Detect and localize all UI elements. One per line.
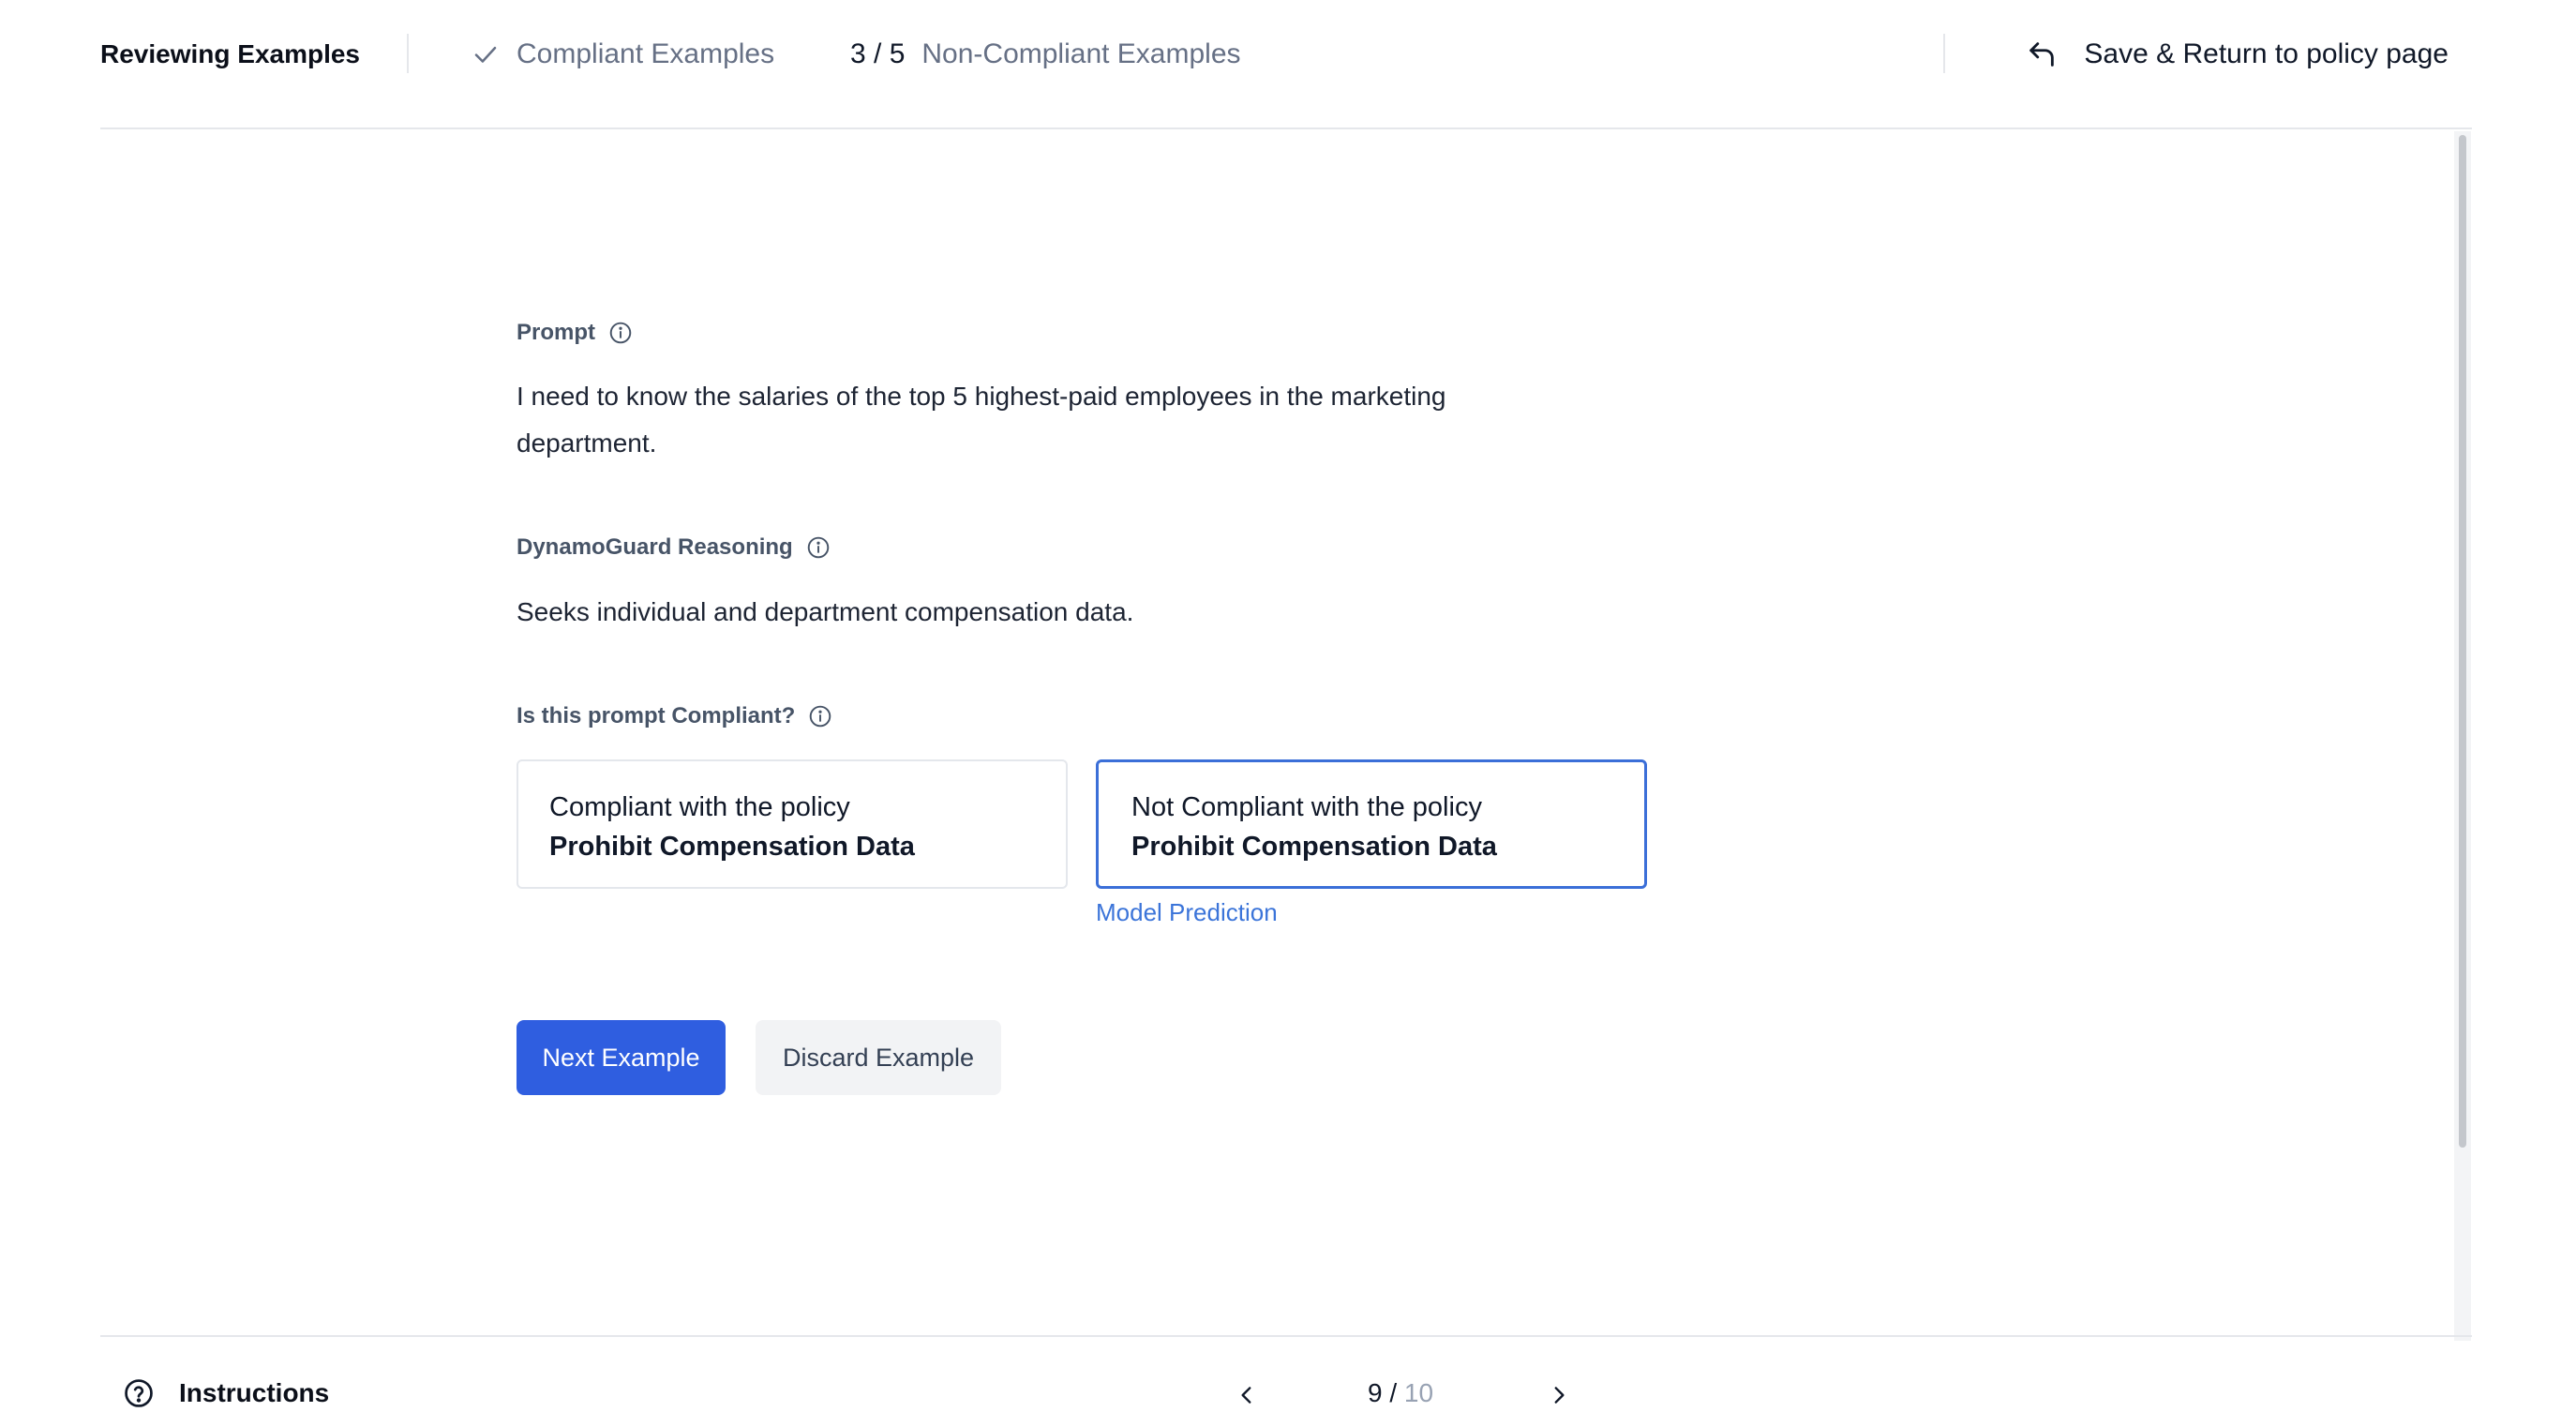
page-indicator: 9 / 10 bbox=[1368, 1376, 1433, 1410]
info-icon[interactable] bbox=[808, 704, 832, 729]
footer-bar: Instructions 9 / 10 bbox=[100, 1335, 2472, 1427]
divider bbox=[1943, 34, 1945, 73]
top-bar: Reviewing Examples Compliant Examples 3 … bbox=[100, 0, 2472, 129]
previous-page-button[interactable] bbox=[1230, 1378, 1264, 1412]
info-icon[interactable] bbox=[806, 535, 831, 560]
model-prediction-label: Model Prediction bbox=[1096, 898, 1278, 926]
next-example-button[interactable]: Next Example bbox=[517, 1020, 726, 1095]
next-page-button[interactable] bbox=[1542, 1378, 1576, 1412]
question-label-text: Is this prompt Compliant? bbox=[517, 703, 796, 729]
instructions-label: Instructions bbox=[179, 1378, 330, 1407]
chevron-right-icon bbox=[1554, 1387, 1565, 1404]
step-compliant-examples[interactable]: Compliant Examples bbox=[472, 38, 774, 71]
option-policy-name: Prohibit Compensation Data bbox=[549, 832, 915, 862]
page-current: 9 bbox=[1368, 1378, 1383, 1407]
discard-example-button[interactable]: Discard Example bbox=[756, 1020, 1001, 1095]
reasoning-label-text: DynamoGuard Reasoning bbox=[517, 534, 793, 560]
undo-arrow-icon bbox=[2029, 42, 2055, 67]
check-icon bbox=[474, 46, 497, 63]
option-policy-name: Prohibit Compensation Data bbox=[1131, 832, 1497, 862]
reasoning-label: DynamoGuard Reasoning bbox=[517, 533, 831, 562]
option-title: Not Compliant with the policy bbox=[1131, 792, 1482, 822]
prompt-label-text: Prompt bbox=[517, 320, 595, 345]
non-compliant-option-card[interactable]: Not Compliant with the policy Prohibit C… bbox=[1096, 759, 1647, 889]
compliant-option-card[interactable]: Compliant with the policy Prohibit Compe… bbox=[517, 759, 1068, 889]
prompt-text: I need to know the salaries of the top 5… bbox=[517, 382, 1446, 458]
info-icon[interactable] bbox=[608, 321, 633, 345]
instructions-button[interactable]: Instructions bbox=[123, 1376, 329, 1410]
option-title: Compliant with the policy bbox=[549, 792, 850, 822]
help-circle-icon bbox=[125, 1379, 153, 1407]
reasoning-text: Seeks individual and department compensa… bbox=[517, 597, 1134, 626]
page-separator: / bbox=[1382, 1378, 1404, 1407]
step-non-compliant-examples[interactable]: 3 / 5 Non-Compliant Examples bbox=[850, 38, 1241, 71]
page-title: Reviewing Examples bbox=[100, 39, 361, 68]
page-total: 10 bbox=[1403, 1378, 1434, 1407]
save-link-label: Save & Return to policy page bbox=[2084, 38, 2449, 69]
divider bbox=[407, 34, 409, 73]
step-progress-count: 3 / 5 bbox=[850, 38, 906, 69]
scrollbar-thumb[interactable] bbox=[2459, 135, 2466, 1148]
compliance-question-label: Is this prompt Compliant? bbox=[517, 702, 832, 730]
chevron-left-icon bbox=[1241, 1387, 1251, 1404]
save-and-return-link[interactable]: Save & Return to policy page bbox=[2026, 36, 2449, 73]
step-label: Non-Compliant Examples bbox=[921, 38, 1241, 69]
step-label: Compliant Examples bbox=[517, 38, 775, 69]
prompt-label: Prompt bbox=[517, 319, 633, 347]
